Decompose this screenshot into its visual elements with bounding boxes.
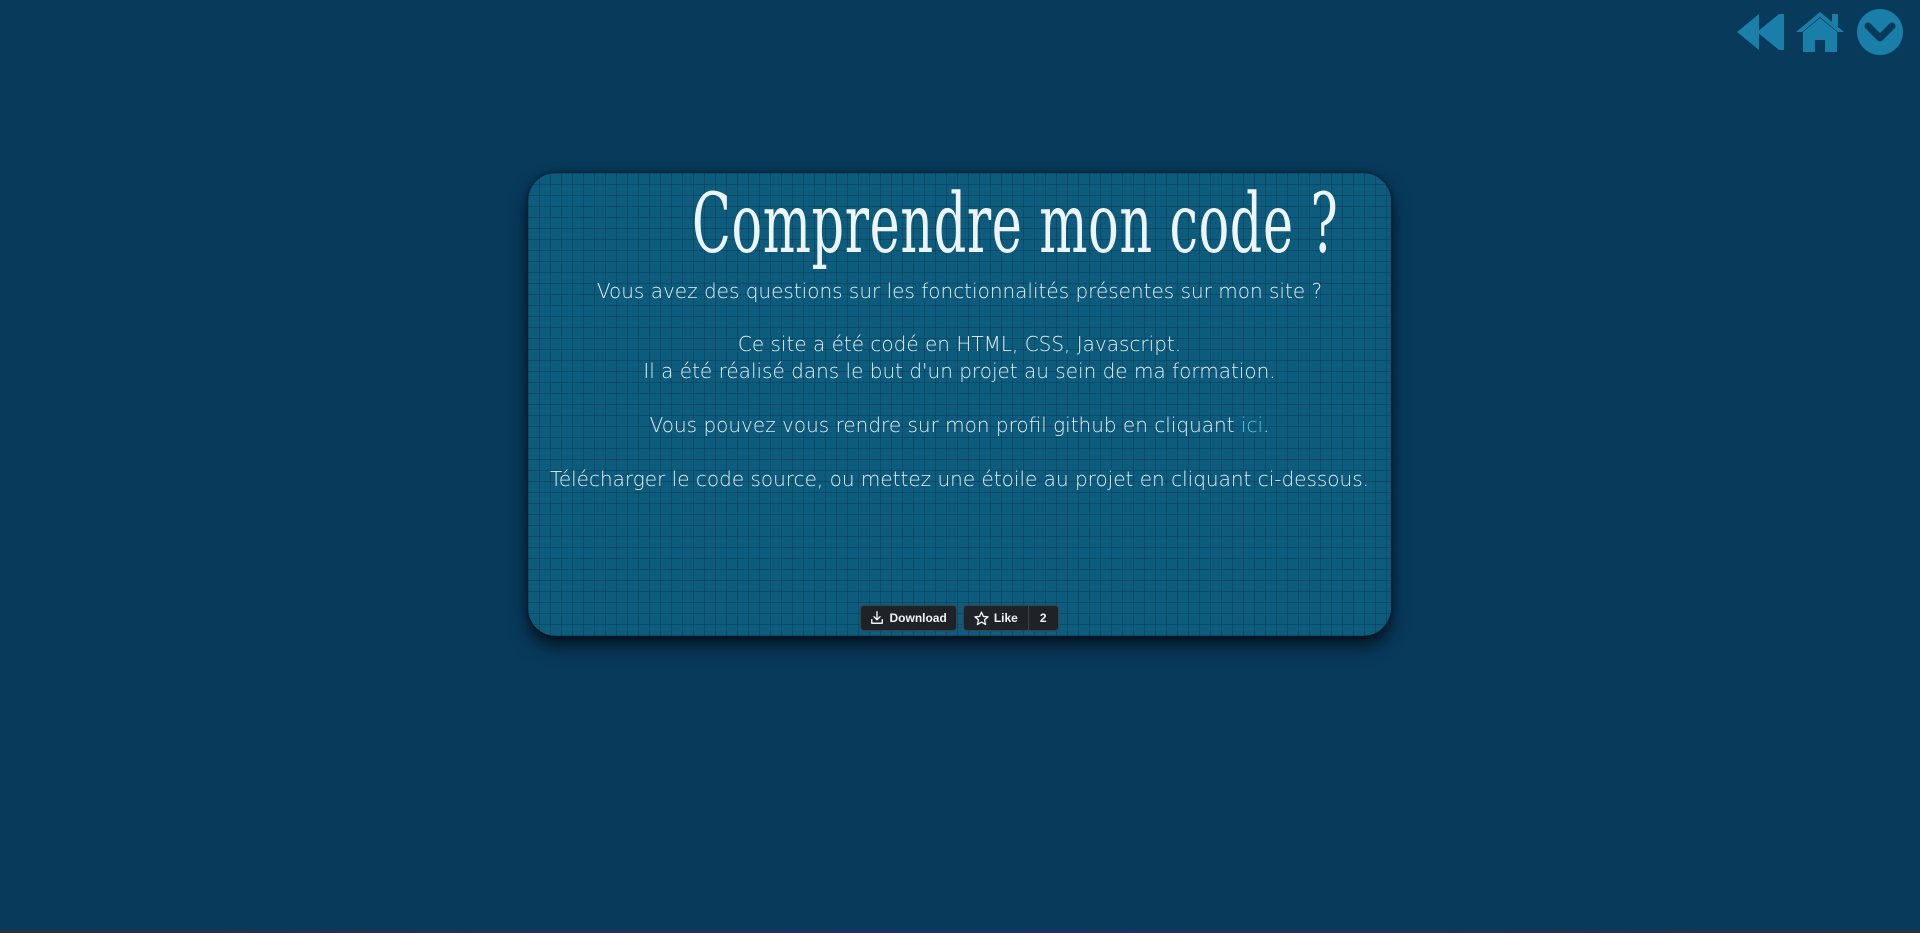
github-sentence: Vous pouvez vous rendre sur mon profil g… [649,412,1235,437]
github-buttons: Download Like 2 [528,605,1391,631]
like-count[interactable]: 2 [1029,606,1058,630]
like-label: Like [993,611,1018,625]
download-label: Download [889,611,947,625]
like-button-group: Like 2 [962,605,1059,631]
page: Comprendre mon code ? Vous avez des ques… [0,0,1920,933]
site-info-line-2: Il a été réalisé dans le but d'un projet… [643,358,1276,383]
star-icon [974,610,989,626]
download-icon [870,611,884,625]
site-info-text: Ce site a été codé en HTML, CSS, Javascr… [528,331,1391,385]
top-navigation [1734,8,1906,56]
back-button[interactable] [1734,8,1786,56]
site-info-line-1: Ce site a été codé en HTML, CSS, Javascr… [737,331,1182,356]
github-link[interactable]: ici [1241,413,1263,437]
question-text: Vous avez des questions sur les fonction… [596,278,1323,303]
rewind-icon [1737,14,1784,50]
github-text: Vous pouvez vous rendre sur mon profil g… [528,412,1391,439]
code-info-card: Comprendre mon code ? Vous avez des ques… [528,173,1391,636]
chevron-down-circle-icon [1857,9,1903,55]
github-period: . [1263,412,1270,437]
scroll-down-button[interactable] [1854,8,1906,56]
page-title: Comprendre mon code ? [691,177,1339,272]
like-button[interactable]: Like [964,606,1029,630]
home-icon [1796,12,1844,52]
download-instructions: Télécharger le code source, ou mettez un… [550,466,1369,491]
home-button[interactable] [1794,8,1846,56]
download-button[interactable]: Download [860,605,957,631]
